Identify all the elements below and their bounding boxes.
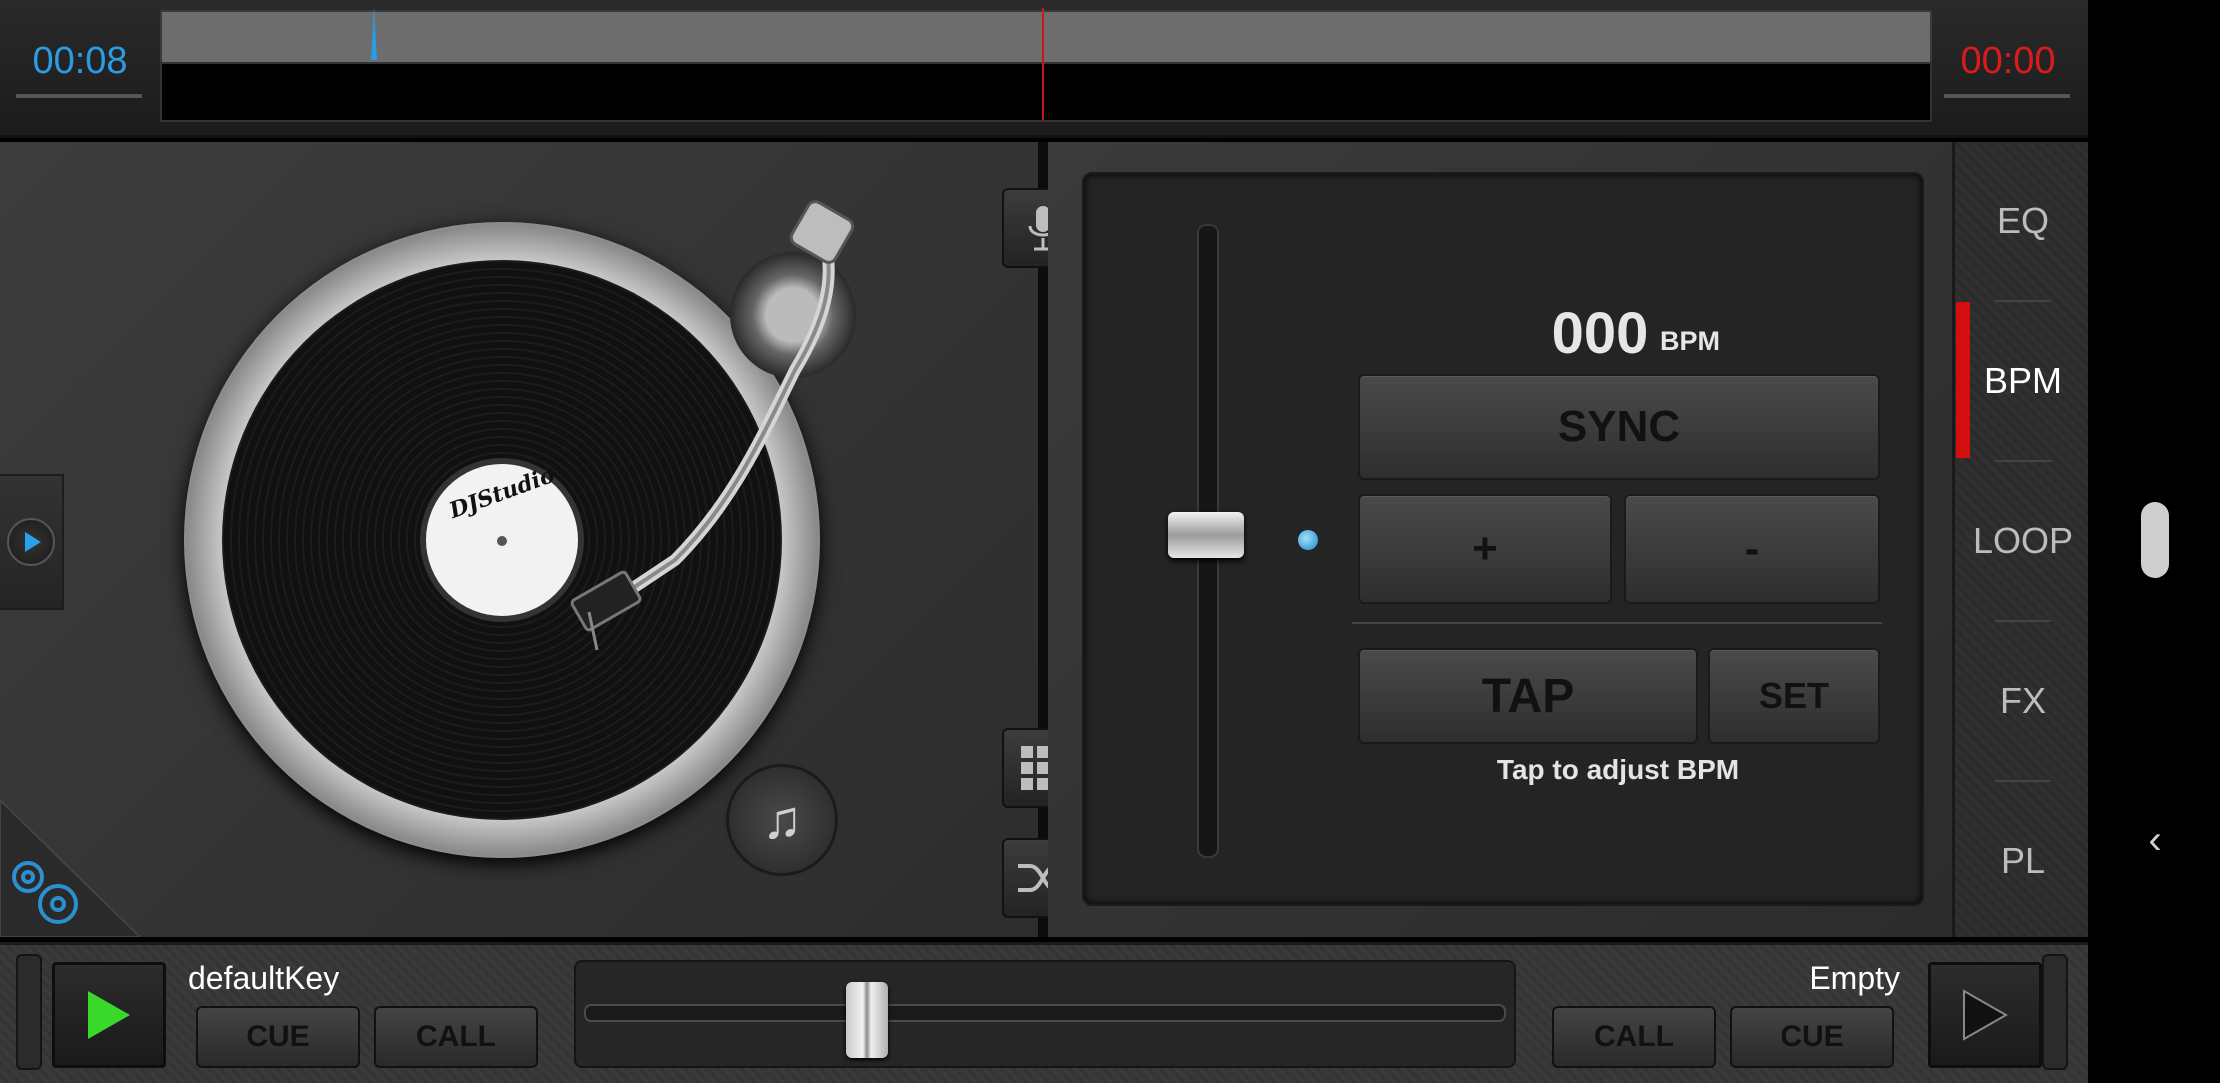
bpm-plus-button[interactable]: +	[1358, 494, 1612, 604]
tonearm[interactable]	[535, 200, 875, 680]
right-edge-handle[interactable]	[2042, 954, 2068, 1070]
elapsed-time-right: 00:00	[1960, 40, 2056, 82]
left-edge-handle[interactable]	[16, 954, 42, 1070]
elapsed-time-left: 00:08	[32, 40, 128, 82]
play-icon	[7, 518, 55, 566]
waveform-left-deck[interactable]	[160, 10, 1932, 64]
tap-hint-text: Tap to adjust BPM	[1496, 754, 1740, 785]
pitch-indicator-led	[1298, 530, 1318, 550]
tab-eq-label: EQ	[1996, 200, 2049, 241]
tab-pl[interactable]: PL	[1955, 782, 2091, 940]
crossfader-track[interactable]	[584, 1004, 1506, 1022]
tab-bpm[interactable]: BPM	[1955, 302, 2091, 460]
tab-pl-label: PL	[2000, 840, 2046, 881]
right-cue-button[interactable]: CUE	[1730, 1006, 1894, 1068]
left-cue-button[interactable]: CUE	[196, 1006, 360, 1068]
left-play-button[interactable]	[52, 962, 166, 1068]
left-track-name: defaultKey	[188, 960, 340, 996]
back-chevron-icon[interactable]: ‹	[2140, 820, 2170, 860]
crossfader-knob[interactable]	[846, 982, 888, 1058]
side-tab-bar: EQ BPM LOOP FX PL	[1952, 142, 2091, 937]
playhead-marker	[1042, 8, 1044, 120]
waveform-right-deck[interactable]	[160, 62, 1932, 122]
time-underline-left	[16, 94, 142, 98]
waveform-peak	[371, 6, 377, 60]
tap-button[interactable]: TAP	[1358, 648, 1698, 744]
spindle	[497, 536, 507, 546]
tab-eq[interactable]: EQ	[1955, 142, 2091, 300]
tab-bpm-label: BPM	[1983, 360, 2062, 401]
pitch-slider-knob[interactable]	[1168, 512, 1244, 558]
tab-fx-label: FX	[1999, 680, 2046, 721]
bpm-unit: BPM	[1660, 326, 1720, 356]
left-deck-play-toggle[interactable]	[0, 474, 64, 610]
bpm-minus-button[interactable]: -	[1624, 494, 1880, 604]
right-call-button[interactable]: CALL	[1552, 1006, 1716, 1068]
set-button[interactable]: SET	[1708, 648, 1880, 744]
bpm-divider	[1352, 622, 1882, 624]
nav-handle-pill[interactable]	[2141, 502, 2169, 578]
time-underline-right	[1944, 94, 2070, 98]
tab-loop-label: LOOP	[1972, 520, 2074, 561]
music-add-icon: ♫	[761, 790, 803, 850]
play-icon	[1963, 989, 2008, 1041]
left-call-button[interactable]: CALL	[374, 1006, 538, 1068]
bpm-value: 000	[1551, 301, 1649, 366]
settings-button[interactable]	[0, 800, 140, 937]
add-music-button[interactable]: ♫	[726, 764, 838, 876]
play-icon	[88, 991, 130, 1039]
sync-button[interactable]: SYNC	[1358, 374, 1880, 480]
tab-fx[interactable]: FX	[1955, 622, 2091, 780]
right-track-name: Empty	[1809, 960, 1900, 996]
right-play-button[interactable]	[1928, 962, 2042, 1068]
active-tab-indicator	[1956, 302, 1970, 458]
tab-loop[interactable]: LOOP	[1955, 462, 2091, 620]
